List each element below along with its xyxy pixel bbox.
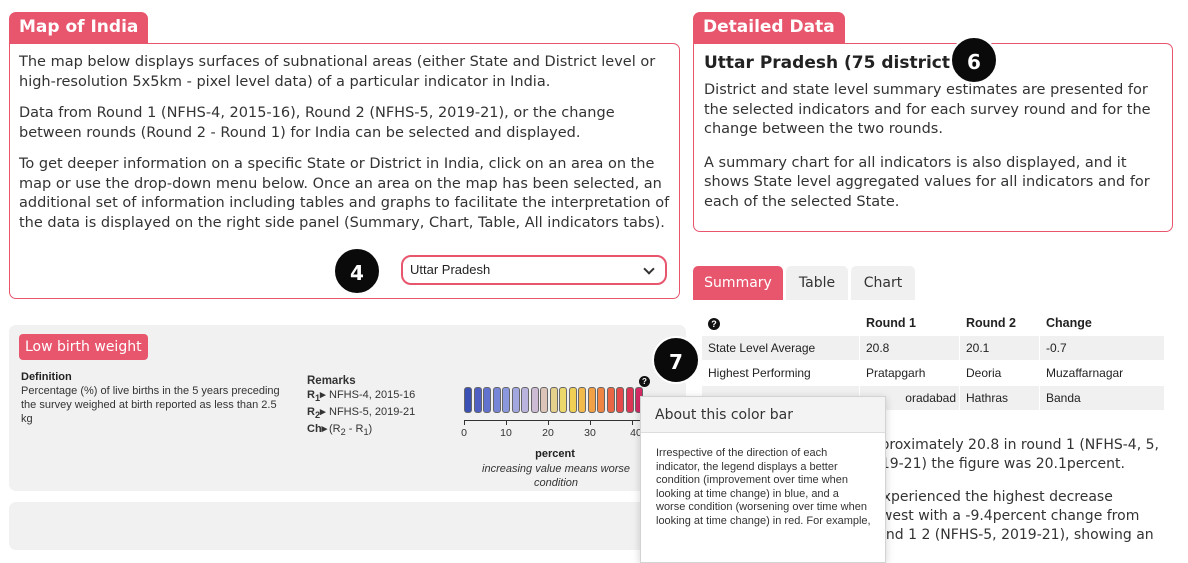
color-swatch — [511, 387, 520, 413]
color-bar-tooltip: About this color bar Irrespective of the… — [640, 396, 886, 563]
summary-paragraph-2-text: experienced the highest decrease (lowest… — [863, 489, 1154, 543]
table-header: Change — [1039, 310, 1165, 336]
table-cell: Deoria — [959, 360, 1040, 386]
color-swatch — [568, 387, 577, 413]
color-swatch — [549, 387, 558, 413]
detail-section-title: Detailed Data — [693, 12, 845, 43]
color-swatch — [502, 387, 510, 413]
selected-area-heading: Uttar Pradesh (75 districts) — [704, 53, 968, 73]
map-intro-paragraph: The map below displays surfaces of subna… — [19, 54, 656, 90]
summary-paragraph-1: approximately 20.8 in round 1 (NFHS-4, 5… — [863, 437, 1159, 472]
indicator-card: Low birth weight Definition Percentage (… — [9, 325, 686, 491]
scale-unit: percent — [535, 448, 575, 460]
state-dropdown[interactable]: Uttar Pradesh — [401, 255, 667, 285]
remark-r2: R2▸ NFHS-5, 2019-21 — [307, 406, 416, 421]
map-rounds-paragraph: Data from Round 1 (NFHS-4, 2015-16), Rou… — [19, 105, 615, 141]
detail-info-panel: Uttar Pradesh (75 districts) District an… — [693, 43, 1173, 232]
color-swatch — [616, 387, 624, 413]
map-section-title: Map of India — [9, 12, 149, 43]
color-swatch — [521, 387, 529, 413]
table-cell: Pratapgarh — [859, 360, 960, 386]
remark-r1: R1▸ NFHS-4, 2015-16 — [307, 389, 416, 404]
color-swatch — [597, 387, 605, 413]
color-bar-help-icon[interactable]: ? — [639, 376, 650, 387]
table-cell: Hathras — [959, 385, 1040, 411]
map-instructions-paragraph: To get deeper information on a specific … — [19, 156, 670, 231]
color-swatch — [625, 387, 634, 413]
table-help-header[interactable]: ? — [701, 310, 860, 336]
remarks-title: Remarks — [307, 375, 356, 387]
table-cell: 20.8 — [859, 335, 960, 361]
step-badge-4: 4 — [333, 247, 381, 295]
color-swatch — [530, 387, 539, 413]
tab-table[interactable]: Table — [786, 266, 848, 300]
table-cell: -0.7 — [1039, 335, 1165, 361]
question-icon[interactable]: ? — [708, 318, 720, 330]
table-cell: Banda — [1039, 385, 1165, 411]
summary-paragraph-2: r experienced the highest decrease (lowe… — [863, 488, 1163, 545]
table-header: Round 1 — [859, 310, 960, 336]
color-swatch — [587, 387, 596, 413]
state-dropdown-value: Uttar Pradesh — [410, 262, 491, 277]
table-cell: Highest Performing — [701, 360, 860, 386]
tab-chart[interactable]: Chart — [851, 266, 915, 300]
table-header: Round 2 — [959, 310, 1040, 336]
detail-paragraph-2: A summary chart for all indicators is al… — [704, 154, 1150, 210]
tick-label: 20 — [542, 427, 554, 439]
color-swatch — [492, 387, 501, 413]
tick-label: 10 — [500, 427, 512, 439]
tooltip-body: Irrespective of the direction of each in… — [656, 447, 871, 527]
color-swatch — [540, 387, 548, 413]
remark-ch: Ch▸ (R2 - R1) — [307, 423, 373, 438]
color-swatch — [578, 387, 586, 413]
table-cell: 20.1 — [959, 335, 1040, 361]
definition-title: Definition — [21, 371, 72, 383]
scale-note: increasing value means worse condition — [482, 463, 630, 489]
chevron-down-icon — [643, 263, 655, 275]
tick-label: 30 — [584, 427, 596, 439]
color-bar-axis: 0 10 20 30 40 — [461, 420, 654, 439]
empty-card — [9, 502, 686, 550]
summary-text: approximately 20.8 in round 1 (NFHS-4, 5… — [863, 436, 1163, 546]
tab-summary[interactable]: Summary — [693, 266, 783, 300]
color-swatch — [606, 387, 615, 413]
step-badge-6: 6 — [950, 36, 998, 84]
tooltip-title: About this color bar — [641, 397, 885, 433]
tick-label: 0 — [461, 427, 467, 439]
definition-text: Percentage (%) of live births in the 5 y… — [21, 385, 280, 425]
color-swatch — [483, 387, 491, 413]
table-cell: State Level Average — [701, 335, 860, 361]
indicator-label[interactable]: Low birth weight — [19, 334, 148, 360]
color-swatch — [464, 387, 472, 413]
table-row: Highest Performing Pratapgarh Deoria Muz… — [701, 360, 1165, 386]
remarks: Remarks R1▸ NFHS-4, 2015-16 R2▸ NFHS-5, 20… — [307, 374, 415, 440]
color-swatch — [473, 387, 482, 413]
detail-paragraph-1: District and state level summary estimat… — [704, 82, 1151, 137]
step-badge-7: 7 — [652, 336, 700, 384]
table-cell: Muzaffarnagar — [1039, 360, 1165, 386]
table-row: State Level Average 20.8 20.1 -0.7 — [701, 335, 1165, 361]
color-swatch — [559, 387, 567, 413]
